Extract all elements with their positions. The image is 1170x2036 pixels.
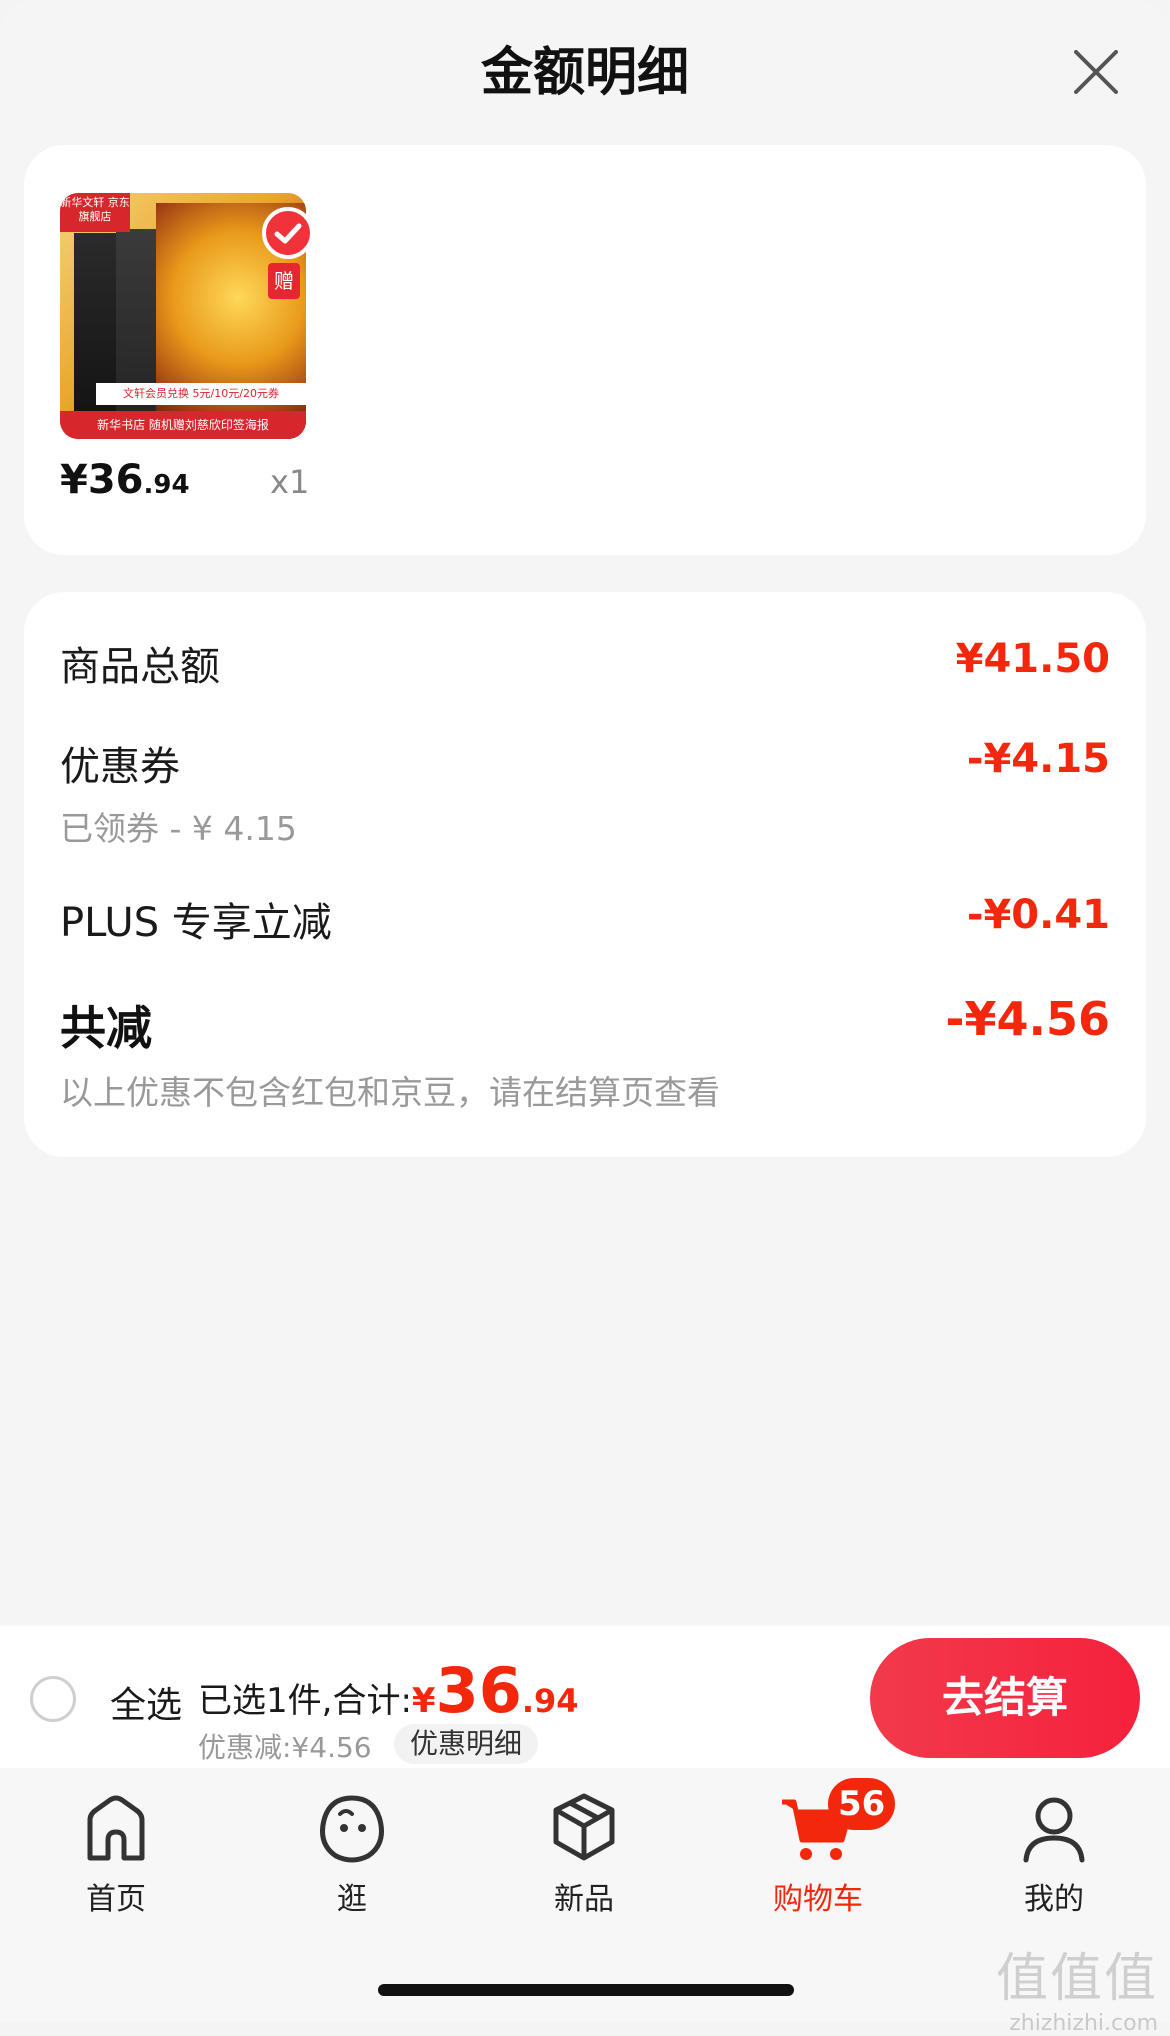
coupon-label: 优惠券 <box>60 744 180 790</box>
checkout-bar: 全选 已选1件,合计:¥36.94 优惠减:¥4.56 优惠明细 去结算 <box>0 1626 1170 1768</box>
new-products-icon <box>544 1788 624 1868</box>
promo-banner: 文轩会员兑换 5元/10元/20元券 <box>96 383 306 405</box>
tab-profile-label: 我的 <box>1024 1882 1084 1917</box>
tab-new-products-label: 新品 <box>554 1882 614 1917</box>
gift-badge: 赠 <box>268 263 300 299</box>
tab-home-label: 首页 <box>86 1882 146 1917</box>
selected-check-icon[interactable] <box>262 207 314 259</box>
tab-profile[interactable]: 我的 <box>984 1788 1124 1918</box>
home-icon <box>76 1788 156 1868</box>
select-all-radio[interactable] <box>30 1676 76 1722</box>
summary-prefix: 已选1件,合计: <box>198 1681 412 1721</box>
plus-discount-label: PLUS 专享立减 <box>60 900 332 946</box>
price-detail-card: 商品总额 ¥41.50 优惠券 -¥4.15 已领券 - ¥ 4.15 PLUS… <box>24 592 1146 1157</box>
tab-cart-label: 购物车 <box>773 1882 863 1917</box>
product-price-int: ¥36 <box>60 457 144 503</box>
tab-discover[interactable]: 逛 <box>282 1788 422 1918</box>
cart-count-badge: 56 <box>828 1778 896 1830</box>
product-price: ¥36.94 <box>60 457 190 503</box>
watermark: 值值值 zhizhizhi.com <box>996 1936 1158 2036</box>
discount-summary: 优惠减:¥4.56 <box>198 1731 372 1764</box>
total-dec: .94 <box>521 1682 579 1720</box>
total-symbol: ¥ <box>411 1681 436 1721</box>
goods-total-value: ¥41.50 <box>955 636 1110 682</box>
discount-detail-button[interactable]: 优惠明细 <box>394 1724 539 1764</box>
product-quantity: x1 <box>270 463 310 501</box>
coupon-value: -¥4.15 <box>966 736 1110 782</box>
total-discount-value: -¥4.56 <box>945 992 1110 1046</box>
close-icon[interactable] <box>1066 42 1126 102</box>
tab-new-products[interactable]: 新品 <box>514 1788 654 1918</box>
home-indicator[interactable] <box>378 1984 794 1996</box>
coupon-sub: 已领券 - ¥ 4.15 <box>60 809 297 848</box>
product-price-dec: .94 <box>143 470 190 500</box>
discover-icon <box>312 1788 392 1868</box>
amount-detail-sheet: 金额明细 新华文轩 京东旗舰店 赠 文轩会员兑换 5元/10元/20元券 新华书… <box>0 0 1170 1626</box>
tab-discover-label: 逛 <box>337 1882 367 1917</box>
product-card: 新华文轩 京东旗舰店 赠 文轩会员兑换 5元/10元/20元券 新华书店 随机赠… <box>24 145 1146 555</box>
total-discount-label: 共减 <box>60 1001 152 1055</box>
watermark-text: 值值值 <box>995 1949 1158 2009</box>
checkout-button[interactable]: 去结算 <box>870 1638 1140 1758</box>
select-all-label[interactable]: 全选 <box>110 1676 182 1728</box>
discount-note: 以上优惠不包含红包和京豆，请在结算页查看 <box>60 1073 720 1112</box>
sheet-title: 金额明细 <box>480 43 689 103</box>
promo-strip: 新华书店 随机赠刘慈欣印签海报 <box>60 411 306 439</box>
store-tag: 新华文轩 京东旗舰店 <box>60 193 130 232</box>
profile-icon <box>1014 1788 1094 1868</box>
order-summary: 已选1件,合计:¥36.94 <box>198 1654 579 1727</box>
goods-total-label: 商品总额 <box>60 644 220 690</box>
tab-bar: 首页 逛 新品 购物车 56 我的 值值值 zhizhizhi.com <box>0 1768 1170 2036</box>
plus-discount-value: -¥0.41 <box>966 892 1110 938</box>
watermark-url: zhizhizhi.com <box>1009 2011 1158 2036</box>
total-int: 36 <box>435 1654 522 1727</box>
tab-home[interactable]: 首页 <box>46 1788 186 1918</box>
